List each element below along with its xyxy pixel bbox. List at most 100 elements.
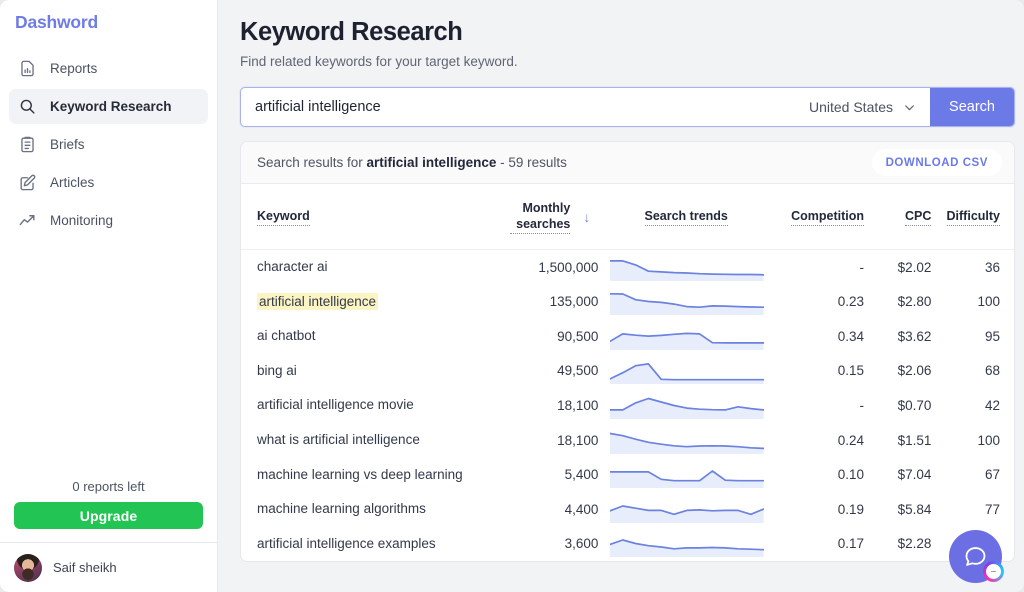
country-select[interactable]: United States [801, 88, 930, 126]
sidebar-item-label: Articles [50, 174, 95, 190]
cell-cpc: $5.84 [897, 501, 932, 517]
page-subtitle: Find related keywords for your target ke… [240, 54, 518, 70]
cell-keyword[interactable]: bing ai [241, 354, 478, 389]
cell-keyword[interactable]: ai chatbot [241, 319, 478, 354]
clipboard-icon [18, 135, 37, 154]
column-header-label: Search trends [644, 208, 728, 227]
sparkline-chart [610, 496, 764, 523]
cell-competition: 0.24 [837, 432, 865, 448]
sparkline-chart [610, 530, 764, 558]
results-summary-prefix: Search results for [257, 155, 367, 171]
cell-keyword[interactable]: artificial intelligence movie [241, 388, 478, 423]
table-row[interactable]: artificial intelligence examples 3,600 0.… [241, 527, 1014, 562]
column-header-difficulty[interactable]: Difficulty [939, 184, 1014, 251]
sparkline-chart [610, 427, 764, 454]
cell-difficulty: 42 [984, 397, 1000, 413]
cell-difficulty: 100 [977, 294, 1000, 310]
sidebar-item-label: Monitoring [50, 212, 114, 228]
sidebar-item-reports[interactable]: Reports [9, 51, 208, 86]
smiley-icon: ⌣ [983, 561, 1004, 582]
sidebar: Dashword Reports Keyword Research Briefs… [0, 0, 218, 592]
table-header-row: Keyword Monthly searches ↓ Search trends… [241, 184, 1014, 251]
sparkline-chart [610, 254, 764, 281]
sparkline-chart [610, 323, 764, 350]
main-content: Keyword Research Find related keywords f… [218, 0, 1024, 592]
quota-section: 0 reports left Upgrade [0, 479, 217, 542]
cell-difficulty: 95 [984, 328, 1000, 344]
table-body: character ai 1,500,000 - $2.02 36 artificial… [241, 250, 1014, 561]
column-header-label: Keyword [257, 208, 310, 227]
cell-monthly-searches: 135,000 [549, 294, 599, 310]
cell-monthly-searches: 49,500 [557, 363, 599, 379]
cell-competition: 0.17 [837, 536, 865, 552]
column-header-label: Monthly searches [510, 200, 571, 235]
cell-search-trends [598, 457, 774, 492]
cell-cpc: $1.51 [897, 432, 932, 448]
table-row[interactable]: machine learning algorithms 4,400 0.19 $5.… [241, 492, 1014, 527]
user-profile[interactable]: Saif sheikh [0, 542, 217, 592]
sidebar-item-briefs[interactable]: Briefs [9, 127, 208, 162]
cell-keyword[interactable]: artificial intelligence examples [241, 527, 478, 562]
cell-cpc: $0.70 [897, 397, 932, 413]
table-header: Keyword Monthly searches ↓ Search trends… [241, 184, 1014, 251]
column-header-monthly-searches[interactable]: Monthly searches ↓ [477, 184, 599, 251]
results-card: Search results for artificial intelligen… [240, 141, 1015, 563]
cell-competition: 0.15 [837, 363, 865, 379]
results-summary-term: artificial intelligence [366, 155, 497, 171]
column-header-keyword[interactable]: Keyword [241, 184, 478, 251]
cell-search-trends [598, 527, 774, 562]
cell-search-trends [598, 319, 774, 354]
cell-competition: 0.23 [837, 294, 865, 310]
brand-logo[interactable]: Dashword [0, 0, 217, 43]
upgrade-button[interactable]: Upgrade [14, 502, 203, 529]
cell-search-trends [598, 250, 774, 285]
cell-competition: 0.19 [837, 501, 865, 517]
chat-widget-button[interactable]: ⌣ [949, 530, 1004, 583]
highlighted-keyword: artificial intelligence [257, 292, 379, 310]
cell-keyword[interactable]: artificial intelligence [241, 284, 478, 319]
sidebar-item-keyword-research[interactable]: Keyword Research [9, 89, 208, 124]
column-header-cpc[interactable]: CPC [872, 184, 940, 251]
cell-keyword[interactable]: character ai [241, 250, 478, 285]
sparkline-chart [610, 288, 764, 316]
download-csv-button[interactable]: DOWNLOAD CSV [871, 149, 1002, 177]
avatar [14, 553, 42, 582]
country-select-value: United States [808, 99, 894, 116]
search-input[interactable] [241, 88, 801, 127]
column-header-label: Difficulty [946, 208, 1000, 227]
app-window: Dashword Reports Keyword Research Briefs… [0, 0, 1024, 592]
cell-monthly-searches: 1,500,000 [538, 259, 599, 275]
sparkline-chart [610, 461, 764, 489]
cell-cpc: $3.62 [897, 328, 932, 344]
cell-difficulty: 100 [977, 432, 1000, 448]
reports-left-text: 0 reports left [72, 479, 145, 494]
table-row[interactable]: ai chatbot 90,500 0.34 $3.62 95 [241, 319, 1014, 354]
table-row[interactable]: what is artificial intelligence 18,100 0.… [241, 423, 1014, 458]
trending-up-icon [18, 211, 37, 230]
table-row[interactable]: artificial intelligence movie 18,100 - $0.… [241, 388, 1014, 423]
keyword-search-bar: United States Search [240, 87, 1015, 128]
search-button[interactable]: Search [930, 88, 1014, 127]
column-header-competition[interactable]: Competition [774, 184, 873, 251]
cell-competition: 0.10 [837, 467, 865, 483]
column-header-search-trends[interactable]: Search trends [598, 184, 774, 251]
table-row[interactable]: character ai 1,500,000 - $2.02 36 [241, 250, 1014, 285]
cell-keyword[interactable]: machine learning vs deep learning [241, 457, 478, 492]
table-row[interactable]: machine learning vs deep learning 5,400 0… [241, 457, 1014, 492]
sidebar-item-articles[interactable]: Articles [9, 165, 208, 200]
cell-cpc: $2.02 [897, 259, 932, 275]
search-icon [18, 97, 37, 116]
report-file-icon [18, 59, 37, 78]
table-row[interactable]: artificial intelligence 135,000 0.23 $2.80… [241, 284, 1014, 319]
results-summary: Search results for artificial intelligen… [257, 155, 567, 170]
cell-difficulty: 36 [984, 259, 1000, 275]
page-title: Keyword Research [240, 18, 463, 46]
sidebar-item-monitoring[interactable]: Monitoring [9, 203, 208, 238]
chevron-down-icon [903, 101, 916, 114]
column-header-label: Competition [791, 208, 865, 227]
cell-difficulty: 67 [984, 467, 1000, 483]
table-row[interactable]: bing ai 49,500 0.15 $2.06 68 [241, 354, 1014, 389]
cell-keyword[interactable]: what is artificial intelligence [241, 423, 478, 458]
cell-keyword[interactable]: machine learning algorithms [241, 492, 478, 527]
